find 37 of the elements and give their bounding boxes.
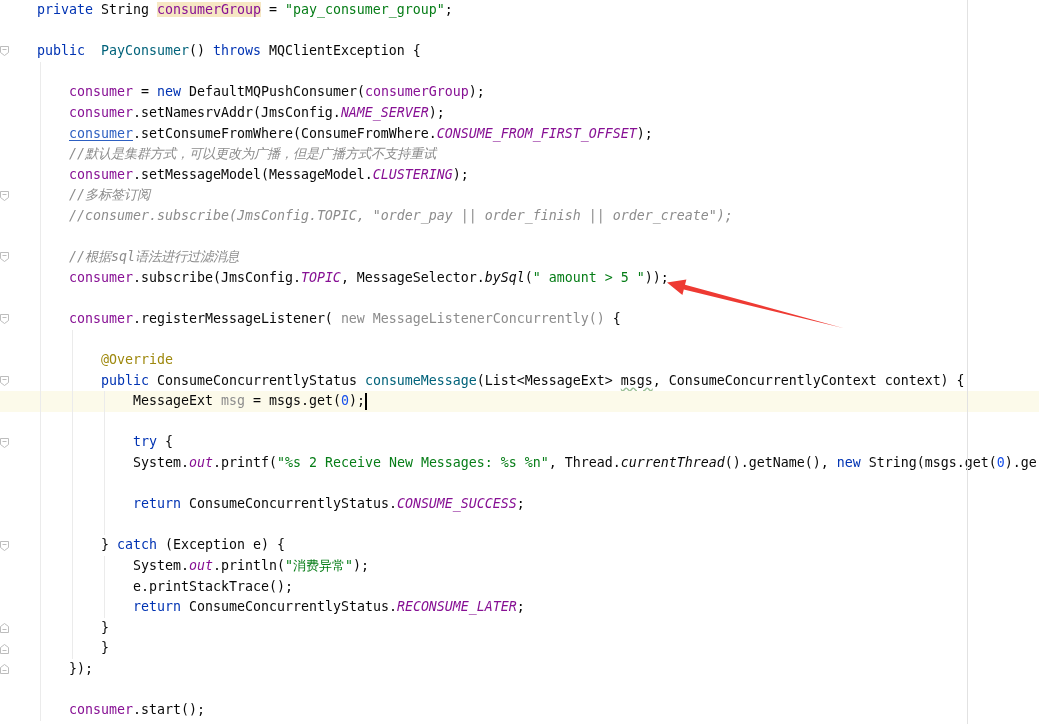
code-line: public PayConsumer() throws MQClientException { bbox=[37, 42, 421, 61]
code-line: MessageExt msg = msgs.get(0); bbox=[133, 392, 365, 411]
code-line: consumer.registerMessageListener( new MessageListenerConcurrently() { bbox=[69, 309, 621, 328]
code-line: } bbox=[101, 639, 109, 658]
code-fold-icon[interactable] bbox=[0, 643, 9, 654]
code-fold-icon[interactable] bbox=[0, 664, 9, 675]
code-line: consumer.start(); bbox=[69, 701, 205, 720]
code-line: consumer.setMessageModel(MessageModel.CLUSTERING); bbox=[69, 165, 469, 184]
code-fold-icon[interactable] bbox=[0, 190, 9, 201]
code-line: try { bbox=[133, 433, 173, 452]
code-line: return ConsumeConcurrentlyStatus.CONSUME_SUCCESS; bbox=[133, 495, 525, 514]
code-line: consumer = new DefaultMQPushConsumer(consumerGroup); bbox=[69, 83, 485, 102]
text-cursor bbox=[364, 393, 367, 411]
code-fold-icon[interactable] bbox=[0, 252, 9, 263]
code-line: //consumer.subscribe(JmsConfig.TOPIC, "order_pay || order_finish || order_create"); bbox=[69, 206, 733, 226]
code-fold-icon[interactable] bbox=[0, 623, 9, 634]
code-fold-icon[interactable] bbox=[0, 437, 9, 448]
code-line: } catch (Exception e) { bbox=[101, 536, 285, 555]
code-line: @Override bbox=[101, 351, 173, 370]
code-line: public ConsumeConcurrentlyStatus consumeMessage(List<MessageExt> msgs, ConsumeConcurrentlyContext context) { bbox=[101, 371, 965, 390]
code-line: return ConsumeConcurrentlyStatus.RECONSUME_LATER; bbox=[133, 598, 525, 617]
code-line: private String consumerGroup = "pay_consumer_group"; bbox=[37, 1, 453, 20]
code-fold-icon[interactable] bbox=[0, 540, 9, 551]
code-line: System.out.printf("%s 2 Receive New Messages: %s %n", Thread.currentThread().getName(), new String(msgs.get(0).ge bbox=[133, 454, 1037, 473]
code-line: e.printStackTrace(); bbox=[133, 577, 293, 596]
code-line: } bbox=[101, 618, 109, 637]
code-line: //多标签订阅 bbox=[69, 186, 150, 205]
code-line: consumer.subscribe(JmsConfig.TOPIC, MessageSelector.bySql(" amount > 5 ")); bbox=[69, 268, 669, 287]
code-line: consumer.setConsumeFromWhere(ConsumeFromWhere.CONSUME_FROM_FIRST_OFFSET); bbox=[69, 124, 653, 144]
code-line: consumer.setNamesrvAddr(JmsConfig.NAME_SERVER); bbox=[69, 103, 445, 123]
code-fold-icon[interactable] bbox=[0, 314, 9, 325]
code-fold-icon[interactable] bbox=[0, 46, 9, 57]
code-line: System.out.println("消费异常"); bbox=[133, 557, 369, 576]
code-fold-icon[interactable] bbox=[0, 376, 9, 386]
code-line: }); bbox=[69, 660, 93, 678]
code-line: //默认是集群方式，可以更改为广播，但是广播方式不支持重试 bbox=[69, 145, 436, 164]
code-line: //根据sql语法进行过滤消息 bbox=[69, 248, 239, 267]
